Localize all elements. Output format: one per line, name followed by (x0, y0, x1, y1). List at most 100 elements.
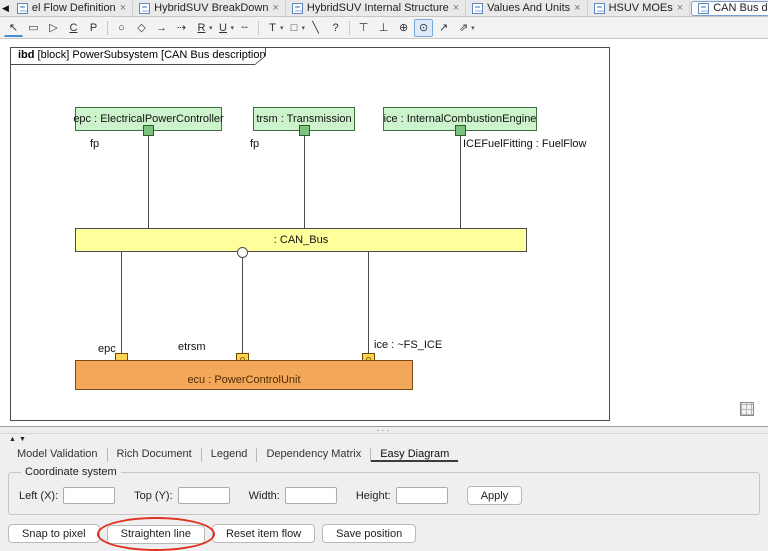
diagram-icon (17, 3, 28, 14)
connector-line[interactable] (304, 136, 305, 228)
frame-keyword: ibd (18, 49, 35, 61)
dash-tool-icon[interactable]: ╌ (235, 19, 254, 37)
coordinate-system-group: Coordinate system Left (X): Top (Y): Wid… (8, 466, 760, 515)
diagram-icon (472, 3, 483, 14)
tab-hybridsuv-internal-structure[interactable]: HybridSUV Internal Structure × (286, 1, 466, 16)
close-icon[interactable]: × (272, 3, 278, 13)
tab-can-bus-description[interactable]: CAN Bus description × (691, 1, 768, 16)
port-ice-fuelfitting[interactable] (455, 125, 466, 136)
query-tool-icon[interactable]: ? (326, 19, 345, 37)
left-x-input[interactable] (63, 487, 115, 504)
save-position-button[interactable]: Save position (322, 524, 416, 543)
part-label: ice : InternalCombustionEngine (384, 113, 537, 125)
reset-item-flow-button[interactable]: Reset item flow (212, 524, 315, 543)
overview-grid-icon[interactable] (740, 402, 754, 416)
ecu-port-annotation: ice : ~FS_ICE (374, 339, 442, 351)
ellipse-tool-icon[interactable]: ○ (112, 19, 131, 37)
part-label: epc : ElectricalPowerController (73, 113, 223, 125)
port-trsm-fp[interactable] (299, 125, 310, 136)
dropdown-caret-icon[interactable]: ▾ (280, 24, 284, 32)
tab-label: HybridSUV Internal Structure (307, 2, 449, 14)
diagram-toolbar: ↖ ▭ ▷ C P ○ ◇ → ⇢ R ▾ U ▾ ╌ T ▾ □ ▾ ╲ ? … (0, 17, 768, 39)
straighten-line-button[interactable]: Straighten line (107, 525, 205, 544)
ne-arrow-tool-icon[interactable]: ↗ (434, 19, 453, 37)
diagram-icon (698, 3, 709, 14)
tab-hybridsuv-breakdown[interactable]: HybridSUV BreakDown × (133, 1, 286, 16)
tab-fuel-flow-definition[interactable]: el Flow Definition × (11, 1, 133, 16)
toolbar-separator (349, 21, 350, 35)
frame-title: ibd [block] PowerSubsystem [CAN Bus desc… (10, 47, 266, 65)
apply-button[interactable]: Apply (467, 486, 523, 505)
pointer-tool-icon[interactable]: ↖ (4, 19, 23, 37)
bus-label: : CAN_Bus (274, 234, 328, 246)
play-tool-icon[interactable]: ▷ (44, 19, 63, 37)
collapse-up-icon[interactable]: ▲ (9, 436, 16, 443)
align-top-tool-icon[interactable]: ⊤ (354, 19, 373, 37)
dropdown-caret-icon[interactable]: ▾ (302, 24, 306, 32)
height-label: Height: (356, 490, 391, 502)
port-annotation: fp (250, 138, 259, 150)
tab-label: HybridSUV BreakDown (154, 2, 268, 14)
tab-rich-document[interactable]: Rich Document (108, 448, 202, 462)
toolbar-separator (107, 21, 108, 35)
center-tool-icon[interactable]: ⊕ (394, 19, 413, 37)
dashed-arrow-tool-icon[interactable]: ⇢ (172, 19, 191, 37)
panel-collapse-controls: ▲ ▼ (0, 434, 768, 445)
ball-connector[interactable] (237, 247, 248, 258)
can-bus-block[interactable]: : CAN_Bus (75, 228, 527, 252)
connector-line[interactable] (242, 252, 243, 360)
close-icon[interactable]: × (453, 3, 459, 13)
ecu-block[interactable]: ecu : PowerControlUnit (75, 360, 413, 390)
tab-dependency-matrix[interactable]: Dependency Matrix (257, 448, 371, 462)
collapse-down-icon[interactable]: ▼ (19, 436, 26, 443)
diagram-canvas[interactable]: ibd [block] PowerSubsystem [CAN Bus desc… (0, 39, 768, 426)
dropdown-caret-icon[interactable]: ▾ (471, 24, 475, 32)
tab-label: el Flow Definition (32, 2, 116, 14)
port-epc-fp[interactable] (143, 125, 154, 136)
bottom-tab-bar: Model Validation Rich Document Legend De… (0, 445, 768, 462)
tab-easy-diagram[interactable]: Easy Diagram (371, 448, 458, 462)
diagram-icon (292, 3, 303, 14)
dropdown-caret-icon[interactable]: ▾ (231, 24, 235, 32)
part-label: trsm : Transmission (256, 113, 351, 125)
pin-tool-icon[interactable]: ⊙ (414, 19, 433, 37)
height-input[interactable] (396, 487, 448, 504)
package-tool-icon[interactable]: P (84, 19, 103, 37)
dropdown-caret-icon[interactable]: ▾ (209, 24, 213, 32)
tab-label: HSUV MOEs (609, 2, 673, 14)
panel-splitter[interactable]: ··· (0, 426, 768, 434)
connector-line[interactable] (460, 136, 461, 228)
arrow-tool-icon[interactable]: → (152, 19, 171, 37)
connector-line[interactable] (148, 136, 149, 228)
diagram-tab-bar: ◀ el Flow Definition × HybridSUV BreakDo… (0, 0, 768, 17)
diamond-tool-icon[interactable]: ◇ (132, 19, 151, 37)
connector-line[interactable] (368, 252, 369, 360)
tab-label: Values And Units (487, 2, 570, 14)
port-annotation: ICEFuelFitting : FuelFlow (463, 138, 586, 150)
width-label: Width: (249, 490, 280, 502)
ecu-port-annotation: epc (98, 343, 116, 355)
group-title: Coordinate system (21, 466, 121, 478)
line-tool-icon[interactable]: ╲ (306, 19, 325, 37)
tab-values-and-units[interactable]: Values And Units × (466, 1, 587, 16)
connector-line[interactable] (121, 252, 122, 360)
top-y-input[interactable] (178, 487, 230, 504)
align-bottom-tool-icon[interactable]: ⊥ (374, 19, 393, 37)
top-y-label: Top (Y): (134, 490, 173, 502)
marquee-tool-icon[interactable]: ▭ (24, 19, 43, 37)
ecu-label: ecu : PowerControlUnit (187, 374, 300, 386)
close-icon[interactable]: × (677, 3, 683, 13)
close-icon[interactable]: × (120, 3, 126, 13)
app-window: ◀ el Flow Definition × HybridSUV BreakDo… (0, 0, 768, 551)
toolbar-separator (258, 21, 259, 35)
content-tool-icon[interactable]: C (64, 19, 83, 37)
snap-to-pixel-button[interactable]: Snap to pixel (8, 524, 100, 543)
width-input[interactable] (285, 487, 337, 504)
tab-hsuv-moes[interactable]: HSUV MOEs × (588, 1, 691, 16)
tab-scroll-left-icon[interactable]: ◀ (0, 3, 11, 14)
diagram-icon (139, 3, 150, 14)
close-icon[interactable]: × (574, 3, 580, 13)
tab-legend[interactable]: Legend (202, 448, 258, 462)
tab-model-validation[interactable]: Model Validation (8, 448, 108, 462)
ecu-port-annotation: etrsm (178, 341, 206, 353)
